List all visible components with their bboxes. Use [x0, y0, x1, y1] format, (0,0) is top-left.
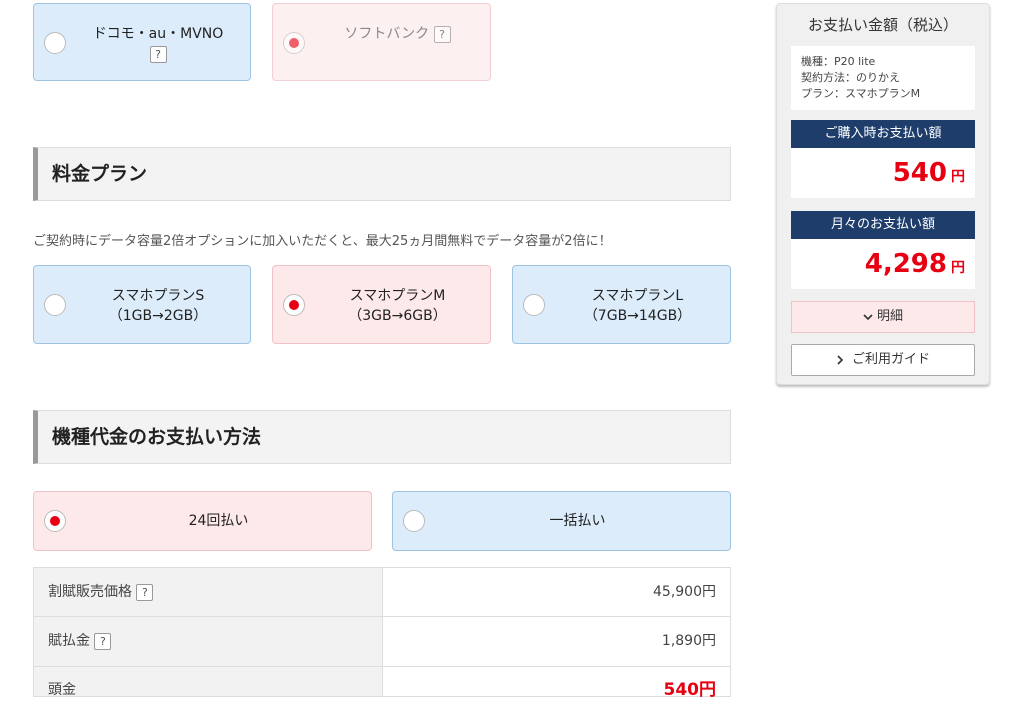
installment-radio[interactable]: [44, 510, 66, 532]
monthly-payment-label: 月々のお支払い額: [791, 211, 975, 239]
plan-option-l[interactable]: スマホプランL （7GB→14GB）: [512, 265, 731, 344]
plan-m-label-wrap: スマホプランM （3GB→6GB）: [313, 286, 482, 326]
plan-section-title: 料金プラン: [33, 147, 731, 201]
summary-info: 機種：P20 lite 契約方法：のりかえ プラン：スマホプランM: [791, 46, 975, 110]
plan-s-detail: （1GB→2GB）: [108, 308, 208, 324]
plan-s-name: スマホプランS: [111, 288, 205, 304]
purchase-payment-amount: 540: [892, 158, 947, 188]
help-icon[interactable]: ?: [94, 632, 112, 650]
plan-l-name: スマホプランL: [591, 288, 684, 304]
carrier-softbank-label: ソフトバンク: [344, 26, 430, 42]
plan-option-s[interactable]: スマホプランS （1GB→2GB）: [33, 265, 251, 344]
purchase-payment-amount-wrap: 540 円: [791, 148, 975, 198]
guide-button-label: ご利用ガイド: [851, 352, 930, 367]
plan-l-detail: （7GB→14GB）: [583, 308, 692, 324]
row-label: 割賦販売価格: [48, 584, 132, 600]
yen-unit: 円: [951, 169, 965, 185]
carrier-option-softbank[interactable]: ソフトバンク ?: [272, 3, 491, 81]
payment-summary-panel: お支払い金額（税込） 機種：P20 lite 契約方法：のりかえ プラン：スマホ…: [776, 3, 990, 385]
carrier-option-docomo[interactable]: ドコモ・au・MVNO ?: [33, 3, 251, 81]
table-row: 賦払金 ? 1,890円: [33, 617, 731, 667]
row-label-wrap: 割賦販売価格 ?: [34, 568, 383, 616]
summary-info-contract: 契約方法：のりかえ: [801, 71, 900, 84]
plan-note: ご契約時にデータ容量2倍オプションに加入いただくと、最大25ヵ月間無料でデータ容…: [33, 234, 612, 249]
payment-section-title: 機種代金のお支払い方法: [33, 410, 731, 464]
plan-m-name: スマホプランM: [349, 288, 446, 304]
plan-s-label-wrap: スマホプランS （1GB→2GB）: [74, 286, 242, 326]
help-icon[interactable]: ?: [136, 583, 154, 601]
plan-l-radio[interactable]: [523, 294, 545, 316]
plan-l-label-wrap: スマホプランL （7GB→14GB）: [553, 286, 722, 326]
detail-button-label: 明細: [876, 309, 903, 324]
help-icon[interactable]: ?: [149, 45, 167, 63]
monthly-payment-box: 月々のお支払い額 4,298 円: [791, 211, 975, 289]
summary-info-device: 機種：P20 lite: [801, 55, 876, 68]
carrier-docomo-label-wrap: ドコモ・au・MVNO ?: [74, 24, 242, 64]
carrier-softbank-radio[interactable]: [283, 32, 305, 54]
carrier-docomo-label: ドコモ・au・MVNO: [92, 26, 224, 42]
plan-m-detail: （3GB→6GB）: [348, 308, 447, 324]
carrier-docomo-radio[interactable]: [44, 32, 66, 54]
table-row: 割賦販売価格 ? 45,900円: [33, 567, 731, 617]
plan-s-radio[interactable]: [44, 294, 66, 316]
monthly-payment-amount-wrap: 4,298 円: [791, 239, 975, 289]
summary-title: お支払い金額（税込）: [807, 16, 958, 34]
purchase-payment-box: ご購入時お支払い額 540 円: [791, 120, 975, 198]
row-label: 頭金: [48, 682, 76, 698]
installment-label: 24回払い: [188, 513, 249, 529]
chevron-right-icon: [837, 354, 844, 365]
plan-option-m[interactable]: スマホプランM （3GB→6GB）: [272, 265, 491, 344]
row-label: 賦払金: [48, 633, 90, 649]
help-icon[interactable]: ?: [433, 25, 451, 43]
guide-button[interactable]: ご利用ガイド: [791, 344, 975, 376]
payment-option-lump[interactable]: 一括払い: [392, 491, 731, 551]
detail-button[interactable]: 明細: [791, 301, 975, 333]
row-value: 540円: [663, 680, 717, 700]
lump-label: 一括払い: [549, 513, 606, 529]
row-label-wrap: 頭金: [34, 667, 383, 698]
monthly-payment-amount: 4,298: [864, 249, 947, 279]
row-value: 45,900円: [653, 584, 716, 600]
purchase-payment-label: ご購入時お支払い額: [791, 120, 975, 148]
yen-unit: 円: [951, 260, 965, 276]
lump-radio[interactable]: [403, 510, 425, 532]
summary-info-plan: プラン：スマホプランM: [801, 87, 921, 100]
plan-m-radio[interactable]: [283, 294, 305, 316]
carrier-softbank-label-wrap: ソフトバンク ?: [313, 24, 482, 44]
row-label-wrap: 賦払金 ?: [34, 617, 383, 666]
payment-option-installment[interactable]: 24回払い: [33, 491, 372, 551]
row-value: 1,890円: [661, 633, 716, 649]
chevron-down-icon: [863, 313, 873, 320]
